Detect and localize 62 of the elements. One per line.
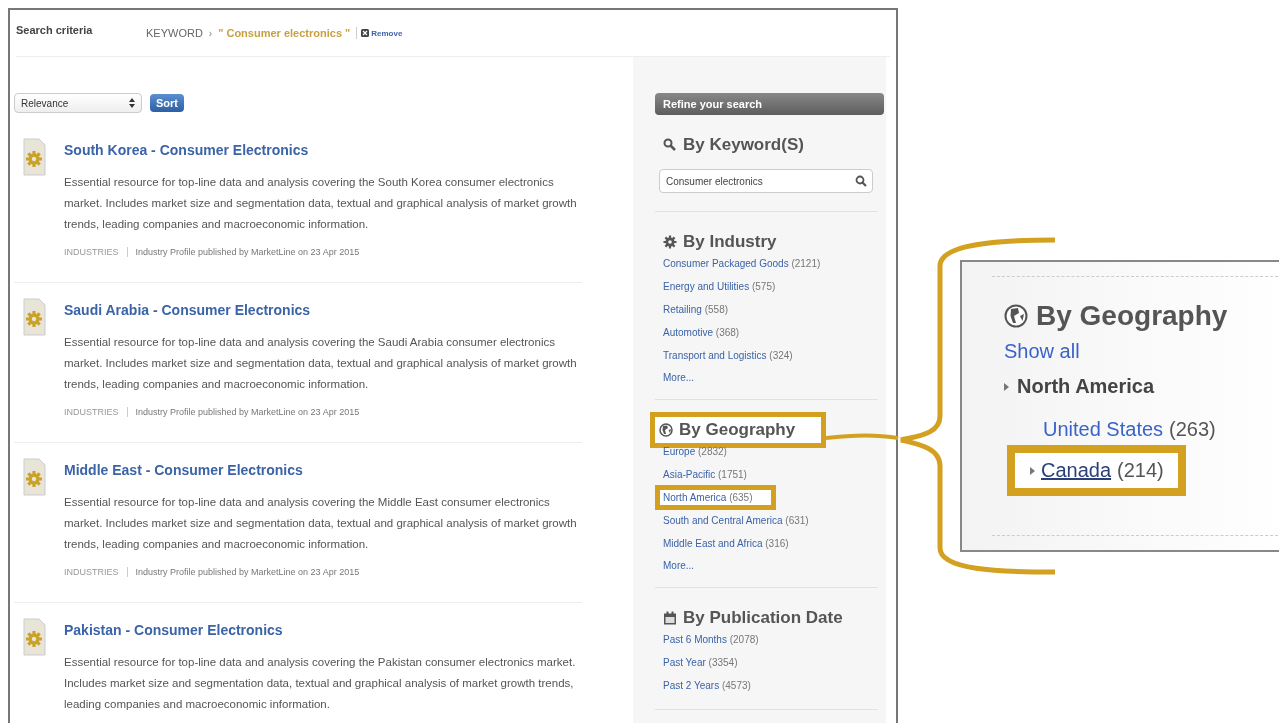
filter-link[interactable]: Consumer Packaged Goods (2121)	[663, 258, 821, 269]
refine-search-banner: Refine your search	[655, 93, 884, 115]
region-heading[interactable]: North America	[1004, 375, 1155, 398]
show-all-link[interactable]: Show all	[1004, 340, 1080, 363]
filter-link[interactable]: Asia-Pacific (1751)	[663, 469, 747, 480]
section-heading: By Geography	[1004, 300, 1279, 332]
globe-icon	[1004, 304, 1028, 328]
publication-info: Industry Profile published by MarketLine on 23 Apr 2015	[135, 246, 360, 258]
more-link[interactable]: More...	[663, 555, 695, 575]
sort-button[interactable]: Sort	[150, 94, 184, 112]
result-title-link[interactable]: South Korea - Consumer Electronics	[64, 142, 582, 159]
gear-icon	[663, 235, 677, 249]
item-count: (263)	[1169, 418, 1216, 441]
category-label: INDUSTRIES	[64, 406, 119, 418]
section-heading: By Publication Date	[663, 608, 843, 628]
keyword-search-field[interactable]: Consumer electronics	[659, 169, 873, 193]
filter-link[interactable]: Past 2 Years (4573)	[663, 680, 751, 691]
globe-icon	[659, 423, 673, 437]
filter-link[interactable]: Europe (2832)	[663, 446, 727, 457]
document-gear-icon	[22, 298, 46, 336]
filter-link[interactable]: Retailing (558)	[663, 304, 729, 315]
publication-info: Industry Profile published by MarketLine on 23 Apr 2015	[135, 406, 360, 418]
sort-select[interactable]: Relevance	[14, 93, 142, 113]
result-title-link[interactable]: Middle East - Consumer Electronics	[64, 462, 582, 479]
section-heading: By Industry	[663, 232, 777, 252]
filter-link[interactable]: Automotive (368)	[663, 327, 740, 338]
search-icon	[663, 138, 677, 152]
calendar-icon	[663, 611, 677, 625]
filter-link[interactable]: Transport and Logistics (324)	[663, 350, 793, 361]
caret-icon	[1004, 382, 1009, 391]
separator-icon: ›	[208, 27, 213, 39]
item-count: (214)	[1117, 459, 1164, 482]
result-description: Essential resource for top-line data and analysis covering the Pakistan consumer electronics market. Includes market size and segmentation data, textual and graphical analysis of market growth trends, leading companies and macroeconomic information.	[64, 655, 577, 712]
publication-info: Industry Profile published by MarketLine on 23 Apr 2015	[135, 566, 360, 578]
country-link[interactable]: United States	[1043, 418, 1164, 441]
criteria-label: Search criteria	[16, 24, 94, 36]
filter-link[interactable]: Past Year (3354)	[663, 657, 738, 668]
result-title-link[interactable]: Saudi Arabia - Consumer Electronics	[64, 302, 582, 319]
remove-icon	[361, 29, 370, 37]
criteria-field: KEYWORD	[146, 27, 203, 39]
filter-link[interactable]: Past 6 Months (2078)	[663, 634, 759, 645]
filter-link[interactable]: North America (635)	[655, 485, 776, 510]
search-icon	[855, 175, 867, 187]
stepper-icon	[129, 98, 135, 108]
result-description: Essential resource for top-line data and analysis covering the Middle East consumer electronics market. Includes market size and segmentation data, textual and graphical analysis of market growth trends, leading companies and macroeconomic information.	[64, 495, 578, 552]
criteria-value: " Consumer electronics "	[218, 27, 358, 39]
document-gear-icon	[22, 458, 46, 496]
filter-link[interactable]: Energy and Utilities (575)	[663, 281, 776, 292]
more-link[interactable]: More...	[663, 367, 695, 387]
category-label: INDUSTRIES	[64, 566, 119, 578]
document-gear-icon	[22, 138, 46, 176]
filter-link[interactable]: Middle East and Africa (316)	[663, 538, 789, 549]
filter-link[interactable]: South and Central America (631)	[663, 515, 809, 526]
result-title-link[interactable]: Pakistan - Consumer Electronics	[64, 622, 582, 639]
result-description: Essential resource for top-line data and analysis covering the South Korea consumer electronics market. Includes market size and segmentation data, textual and graphical analysis of market growth trends, leading companies and macroeconomic information.	[64, 175, 578, 232]
section-heading: By Keyword(S)	[663, 135, 804, 155]
result-description: Essential resource for top-line data and analysis covering the Saudi Arabia consumer electronics market. Includes market size and segmentation data, textual and graphical analysis of market growth trends, leading companies and macroeconomic information.	[64, 335, 578, 392]
remove-link[interactable]: Remove	[361, 28, 403, 38]
country-link[interactable]: Canada	[1041, 459, 1112, 482]
section-heading: By Geography	[650, 412, 827, 448]
category-label: INDUSTRIES	[64, 246, 119, 258]
document-gear-icon	[22, 618, 46, 656]
